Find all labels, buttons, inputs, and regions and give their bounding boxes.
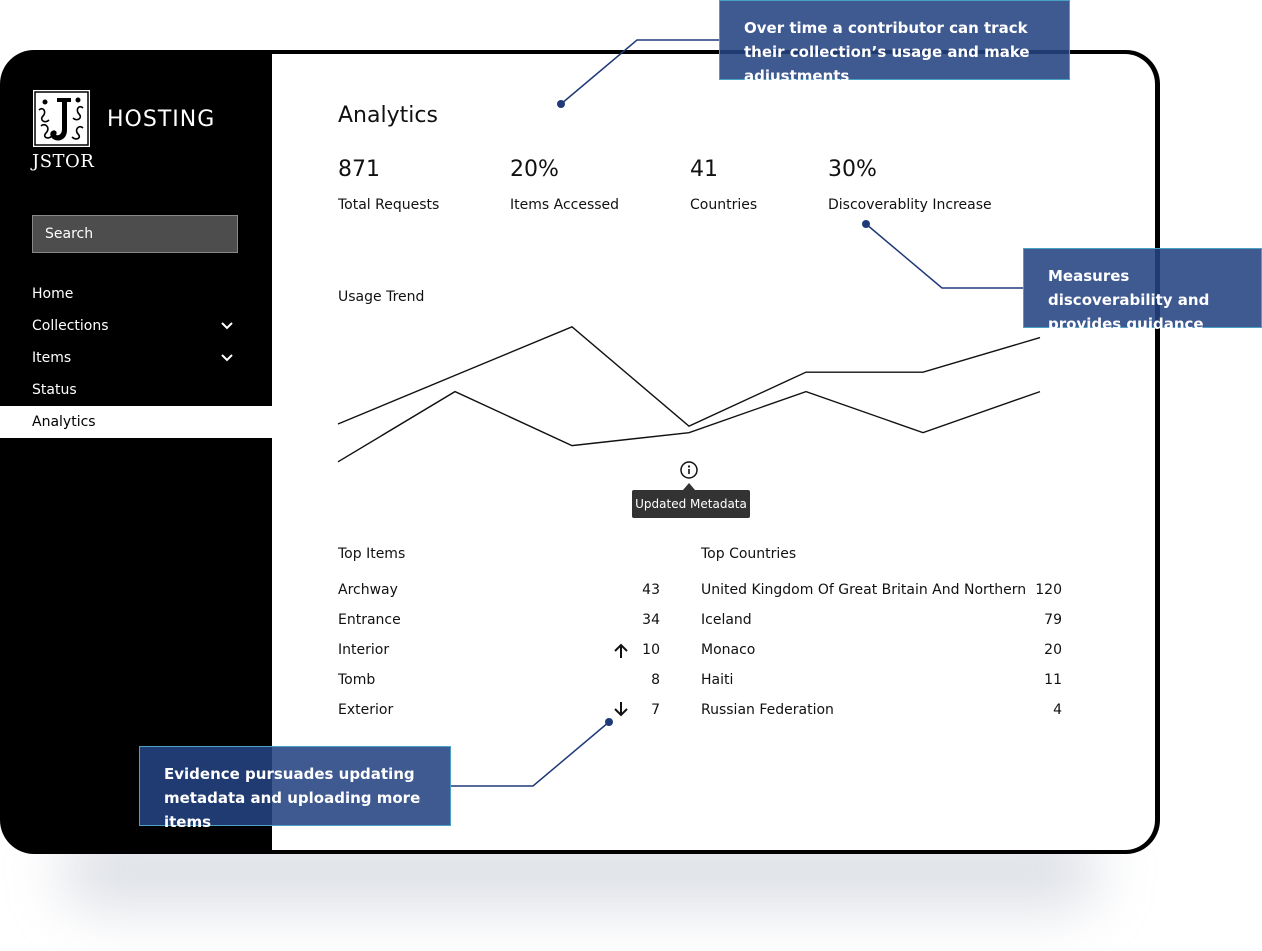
top-item-name[interactable]: Entrance (338, 612, 401, 628)
updated-metadata-tooltip: Updated Metadata (632, 490, 750, 518)
top-country-value: 20 (1044, 642, 1062, 658)
top-country-name[interactable]: Monaco (701, 642, 755, 658)
tooltip-pointer (683, 483, 695, 490)
top-item-name[interactable]: Exterior (338, 702, 393, 718)
top-item-value: 7 (651, 702, 660, 718)
info-icon[interactable] (680, 461, 698, 479)
top-country-value: 79 (1044, 612, 1062, 628)
top-country-name[interactable]: United Kingdom Of Great Britain And Nort… (701, 582, 1026, 598)
trend-series-line-1 (337, 325, 1041, 427)
top-items-label: Top Items (338, 546, 406, 562)
top-country-name[interactable]: Haiti (701, 672, 733, 688)
top-country-name[interactable]: Iceland (701, 612, 752, 628)
top-item-name[interactable]: Archway (338, 582, 398, 598)
top-country-value: 11 (1044, 672, 1062, 688)
top-country-name[interactable]: Russian Federation (701, 702, 834, 718)
callout-discoverability: Measures discoverability and provides gu… (1023, 248, 1262, 333)
callout-usage-tracking: Over time a contributor can track their … (719, 0, 1070, 85)
top-item-value: 10 (642, 642, 660, 658)
top-country-value: 120 (1035, 582, 1062, 598)
top-countries-label: Top Countries (701, 546, 797, 562)
top-item-value: 34 (642, 612, 660, 628)
top-item-value: 43 (642, 582, 660, 598)
top-item-value: 8 (651, 672, 660, 688)
top-country-value: 4 (1053, 702, 1062, 718)
top-item-name[interactable]: Tomb (338, 672, 375, 688)
top-item-name[interactable]: Interior (338, 642, 389, 658)
callout-evidence: Evidence pursuades updating metadata and… (139, 746, 451, 831)
